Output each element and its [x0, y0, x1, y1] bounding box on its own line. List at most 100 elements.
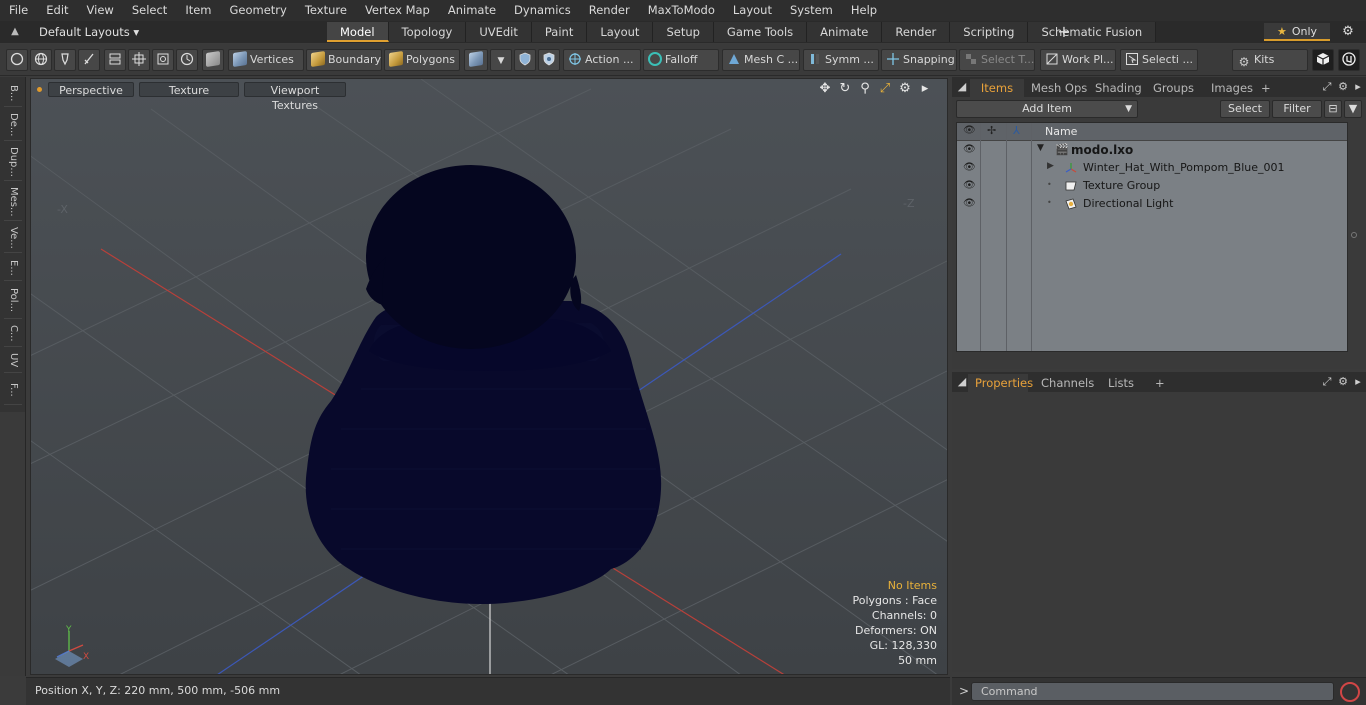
left-tab-deform[interactable]: De... [4, 109, 22, 141]
menu-render[interactable]: Render [580, 0, 639, 21]
add-item-dropdown[interactable]: Add Item ▼ [956, 100, 1138, 118]
viewport-expand-icon[interactable]: ▸ [917, 81, 933, 97]
menu-texture[interactable]: Texture [296, 0, 356, 21]
select-through-button[interactable]: Select T... [959, 49, 1035, 71]
panel-gear-icon[interactable]: ⚙ [1336, 375, 1350, 389]
tab-uvedit[interactable]: UVEdit [466, 22, 532, 42]
clock-button[interactable] [176, 49, 198, 71]
tab-channels[interactable]: Channels [1034, 374, 1094, 392]
record-macro-icon[interactable] [1340, 682, 1360, 702]
pivot-button[interactable] [152, 49, 174, 71]
menu-layout[interactable]: Layout [724, 0, 781, 21]
tab-groups[interactable]: Groups [1146, 79, 1200, 97]
left-tab-edge[interactable]: E... [4, 255, 22, 281]
tree-row-mesh[interactable]: 👁 ▶ Winter_Hat_With_Pompom_Blue_001 [957, 159, 1347, 177]
tree-row-texture-group[interactable]: 👁 • Texture Group [957, 177, 1347, 195]
tab-scripting[interactable]: Scripting [950, 22, 1029, 42]
menu-edit[interactable]: Edit [37, 0, 77, 21]
viewport-textures-button[interactable]: Viewport Textures [244, 81, 346, 112]
left-tab-curve[interactable]: C... [4, 321, 22, 347]
left-tab-duplicate[interactable]: Dup... [4, 143, 22, 181]
select-button[interactable]: Select [1220, 100, 1270, 118]
menu-dynamics[interactable]: Dynamics [505, 0, 580, 21]
tab-game-tools[interactable]: Game Tools [713, 22, 808, 42]
eye-icon[interactable]: 👁 [963, 198, 976, 210]
type-column-icon[interactable]: ⅄ [1013, 124, 1020, 137]
layout-selector[interactable]: Default Layouts ▾ [34, 23, 139, 41]
mode-dropdown-button[interactable]: ▼ [490, 49, 512, 71]
layout-collapse-icon[interactable]: ▲ [8, 25, 22, 39]
tab-images[interactable]: Images [1204, 79, 1254, 97]
panel-menu-icon[interactable]: ◢ [955, 80, 969, 94]
material-mode-button[interactable] [464, 49, 488, 71]
tree-row-directional-light[interactable]: 👁 • Directional Light [957, 195, 1347, 213]
name-column-header[interactable]: Name [1045, 125, 1077, 138]
snap-shield-button[interactable] [538, 49, 560, 71]
falloff-button[interactable]: Falloff [643, 49, 719, 71]
filter-button[interactable]: Filter [1272, 100, 1322, 118]
left-tab-fusion[interactable]: F... [4, 375, 22, 405]
tab-render[interactable]: Render [882, 22, 951, 42]
only-toggle[interactable]: ★ Only [1264, 23, 1330, 41]
scroll-handle[interactable] [1351, 232, 1357, 238]
viewport-gear-icon[interactable]: ⚙ [897, 81, 913, 97]
tab-setup[interactable]: Setup [653, 22, 714, 42]
tab-model[interactable]: Model [327, 22, 389, 42]
expand-arrow-icon[interactable]: ▶ [1047, 161, 1054, 171]
vertices-button[interactable]: Vertices [228, 49, 304, 71]
align-button[interactable] [104, 49, 126, 71]
menu-geometry[interactable]: Geometry [221, 0, 296, 21]
panel-gear-icon[interactable]: ⚙ [1336, 80, 1350, 94]
selection-sets-button[interactable]: Selecti ... [1120, 49, 1198, 71]
menu-vertex-map[interactable]: Vertex Map [356, 0, 439, 21]
texture-button[interactable]: Texture [139, 81, 239, 97]
lock-column-icon[interactable]: ✢ [987, 124, 996, 137]
zoom-icon[interactable]: ⚲ [857, 81, 873, 97]
left-tab-basic[interactable]: B... [4, 81, 22, 107]
collapse-button[interactable]: ⊟ [1324, 100, 1342, 118]
rotate-icon[interactable]: ↻ [837, 81, 853, 97]
snapping-button[interactable]: Snapping [881, 49, 957, 71]
tab-shading[interactable]: Shading [1088, 79, 1142, 97]
perspective-button[interactable]: Perspective [48, 81, 134, 97]
panel-arrow-icon[interactable]: ▸ [1351, 375, 1365, 389]
add-panel-tab-button[interactable]: + [1148, 374, 1172, 392]
tab-animate[interactable]: Animate [807, 22, 883, 42]
tab-schematic-fusion[interactable]: Schematic Fusion [1028, 22, 1157, 42]
item-mode-button[interactable] [202, 49, 224, 71]
unity-button[interactable] [1312, 49, 1334, 71]
eye-icon[interactable]: 👁 [963, 144, 976, 156]
mesh-constraints-button[interactable]: Mesh C ... [722, 49, 800, 71]
tab-items[interactable]: Items [970, 79, 1024, 97]
left-tab-vertex[interactable]: Ve... [4, 223, 22, 253]
panel-arrow-icon[interactable]: ▸ [1351, 80, 1365, 94]
visibility-column-icon[interactable]: 👁 [963, 125, 976, 136]
maximize-icon[interactable]: ⤢ [877, 81, 893, 97]
3d-viewport[interactable]: -X -Z Y X Perspective Texture Viewport T… [30, 78, 948, 675]
command-input[interactable]: Command [971, 682, 1334, 701]
add-tab-button[interactable]: + [1056, 23, 1072, 41]
funnel-button[interactable]: ▼ [1344, 100, 1362, 118]
boundary-button[interactable]: Boundary [306, 49, 382, 71]
eye-icon[interactable]: 👁 [963, 162, 976, 174]
menu-animate[interactable]: Animate [439, 0, 505, 21]
eye-icon[interactable]: 👁 [963, 180, 976, 192]
kits-button[interactable]: ⚙ Kits [1232, 49, 1308, 71]
menu-view[interactable]: View [78, 0, 123, 21]
tab-layout[interactable]: Layout [587, 22, 654, 42]
expand-arrow-icon[interactable]: ▼ [1037, 143, 1044, 153]
menu-select[interactable]: Select [123, 0, 176, 21]
lasso-button[interactable] [54, 49, 76, 71]
left-tab-mesh-edit[interactable]: Mes... [4, 183, 22, 221]
tab-mesh-ops[interactable]: Mesh Ops [1024, 79, 1087, 97]
menu-maxtomodo[interactable]: MaxToModo [639, 0, 724, 21]
symmetry-shield-button[interactable] [514, 49, 536, 71]
tree-row-scene[interactable]: 👁 ▼ 🎬 modo.lxo [957, 141, 1347, 159]
add-panel-tab-button[interactable]: + [1254, 79, 1278, 97]
action-button[interactable]: Action ... [563, 49, 641, 71]
tree-scrollbar[interactable] [1348, 122, 1360, 352]
menu-help[interactable]: Help [842, 0, 886, 21]
left-tab-uv[interactable]: UV [4, 349, 22, 373]
gear-icon[interactable]: ⚙ [1340, 24, 1356, 40]
menu-file[interactable]: File [0, 0, 37, 21]
